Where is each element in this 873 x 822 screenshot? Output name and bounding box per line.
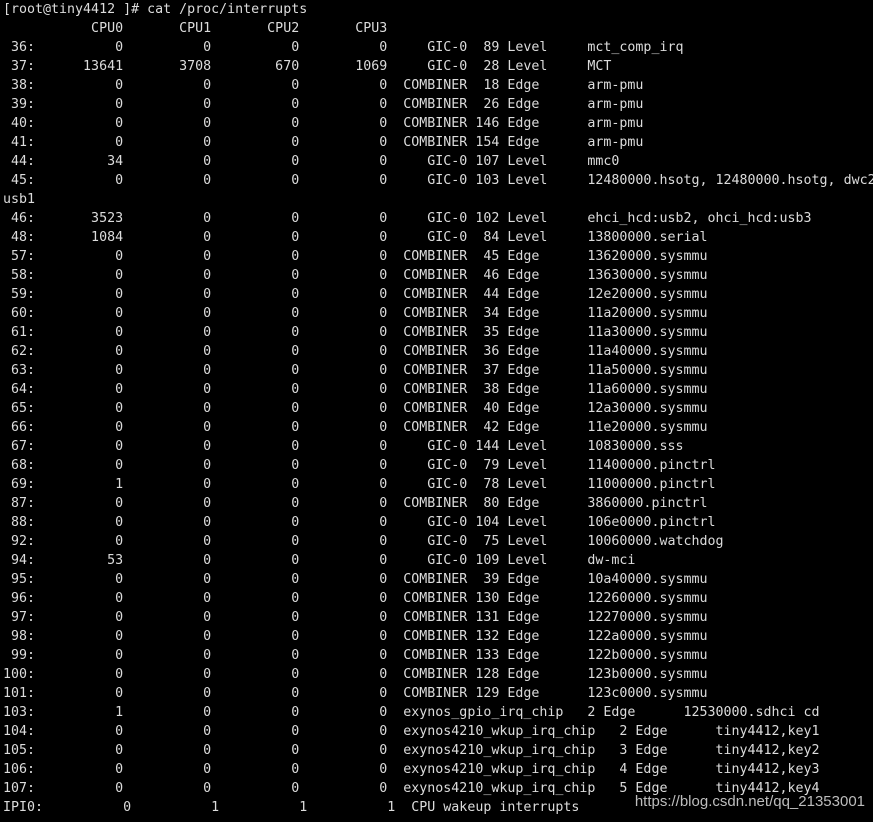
terminal-line: 60: 0 0 0 0 COMBINER 34 Edge 11a20000.sy… xyxy=(3,306,708,321)
terminal-line: 45: 0 0 0 0 GIC-0 103 Level 12480000.hso… xyxy=(3,173,873,188)
watermark-url: https://blog.csdn.net/qq_21353001 xyxy=(634,793,865,810)
terminal-line: 100: 0 0 0 0 COMBINER 128 Edge 123b0000.… xyxy=(3,667,708,682)
terminal-line: 58: 0 0 0 0 COMBINER 46 Edge 13630000.sy… xyxy=(3,268,708,283)
terminal-line: 46: 3523 0 0 0 GIC-0 102 Level ehci_hcd:… xyxy=(3,211,812,226)
terminal-line-prompt: [root@tiny4412 ]# cat /proc/interrupts xyxy=(3,2,308,17)
terminal-line: 99: 0 0 0 0 COMBINER 133 Edge 122b0000.s… xyxy=(3,648,708,663)
terminal-line: 97: 0 0 0 0 COMBINER 131 Edge 12270000.s… xyxy=(3,610,708,625)
terminal-line: 94: 53 0 0 0 GIC-0 109 Level dw-mci xyxy=(3,553,636,568)
terminal-line: 104: 0 0 0 0 exynos4210_wkup_irq_chip 2 … xyxy=(3,724,820,739)
terminal-line: 95: 0 0 0 0 COMBINER 39 Edge 10a40000.sy… xyxy=(3,572,708,587)
terminal-line: 67: 0 0 0 0 GIC-0 144 Level 10830000.sss xyxy=(3,439,684,454)
terminal-line: 48: 1084 0 0 0 GIC-0 84 Level 13800000.s… xyxy=(3,230,708,245)
terminal-line: 105: 0 0 0 0 exynos4210_wkup_irq_chip 3 … xyxy=(3,743,820,758)
terminal-line: 44: 34 0 0 0 GIC-0 107 Level mmc0 xyxy=(3,154,620,169)
terminal-line: 92: 0 0 0 0 GIC-0 75 Level 10060000.watc… xyxy=(3,534,724,549)
terminal-line: 37: 13641 3708 670 1069 GIC-0 28 Level M… xyxy=(3,59,612,74)
terminal-line: 36: 0 0 0 0 GIC-0 89 Level mct_comp_irq xyxy=(3,40,684,55)
terminal-line: 38: 0 0 0 0 COMBINER 18 Edge arm-pmu xyxy=(3,78,644,93)
terminal-line: 88: 0 0 0 0 GIC-0 104 Level 106e0000.pin… xyxy=(3,515,716,530)
terminal-window[interactable]: [root@tiny4412 ]# cat /proc/interrupts C… xyxy=(0,0,873,822)
terminal-line: 98: 0 0 0 0 COMBINER 132 Edge 122a0000.s… xyxy=(3,629,708,644)
terminal-line-wrap: usb1 xyxy=(3,192,36,207)
terminal-line: 69: 1 0 0 0 GIC-0 78 Level 11000000.pinc… xyxy=(3,477,716,492)
terminal-line-cpu-header: CPU0 CPU1 CPU2 CPU3 xyxy=(3,21,388,36)
terminal-line: 64: 0 0 0 0 COMBINER 38 Edge 11a60000.sy… xyxy=(3,382,708,397)
terminal-line: 103: 1 0 0 0 exynos_gpio_irq_chip 2 Edge… xyxy=(3,705,820,720)
terminal-line: 57: 0 0 0 0 COMBINER 45 Edge 13620000.sy… xyxy=(3,249,708,264)
terminal-line: 68: 0 0 0 0 GIC-0 79 Level 11400000.pinc… xyxy=(3,458,716,473)
terminal-line: 40: 0 0 0 0 COMBINER 146 Edge arm-pmu xyxy=(3,116,644,131)
terminal-line: 96: 0 0 0 0 COMBINER 130 Edge 12260000.s… xyxy=(3,591,708,606)
terminal-line: 62: 0 0 0 0 COMBINER 36 Edge 11a40000.sy… xyxy=(3,344,708,359)
terminal-line: 61: 0 0 0 0 COMBINER 35 Edge 11a30000.sy… xyxy=(3,325,708,340)
terminal-line: 41: 0 0 0 0 COMBINER 154 Edge arm-pmu xyxy=(3,135,644,150)
terminal-line: 59: 0 0 0 0 COMBINER 44 Edge 12e20000.sy… xyxy=(3,287,708,302)
terminal-line: 63: 0 0 0 0 COMBINER 37 Edge 11a50000.sy… xyxy=(3,363,708,378)
terminal-line: 66: 0 0 0 0 COMBINER 42 Edge 11e20000.sy… xyxy=(3,420,708,435)
terminal-line: 65: 0 0 0 0 COMBINER 40 Edge 12a30000.sy… xyxy=(3,401,708,416)
terminal-line: 87: 0 0 0 0 COMBINER 80 Edge 3860000.pin… xyxy=(3,496,708,511)
terminal-output: [root@tiny4412 ]# cat /proc/interrupts C… xyxy=(0,0,873,817)
terminal-line: 106: 0 0 0 0 exynos4210_wkup_irq_chip 4 … xyxy=(3,762,820,777)
terminal-line: 101: 0 0 0 0 COMBINER 129 Edge 123c0000.… xyxy=(3,686,708,701)
terminal-line: 39: 0 0 0 0 COMBINER 26 Edge arm-pmu xyxy=(3,97,644,112)
